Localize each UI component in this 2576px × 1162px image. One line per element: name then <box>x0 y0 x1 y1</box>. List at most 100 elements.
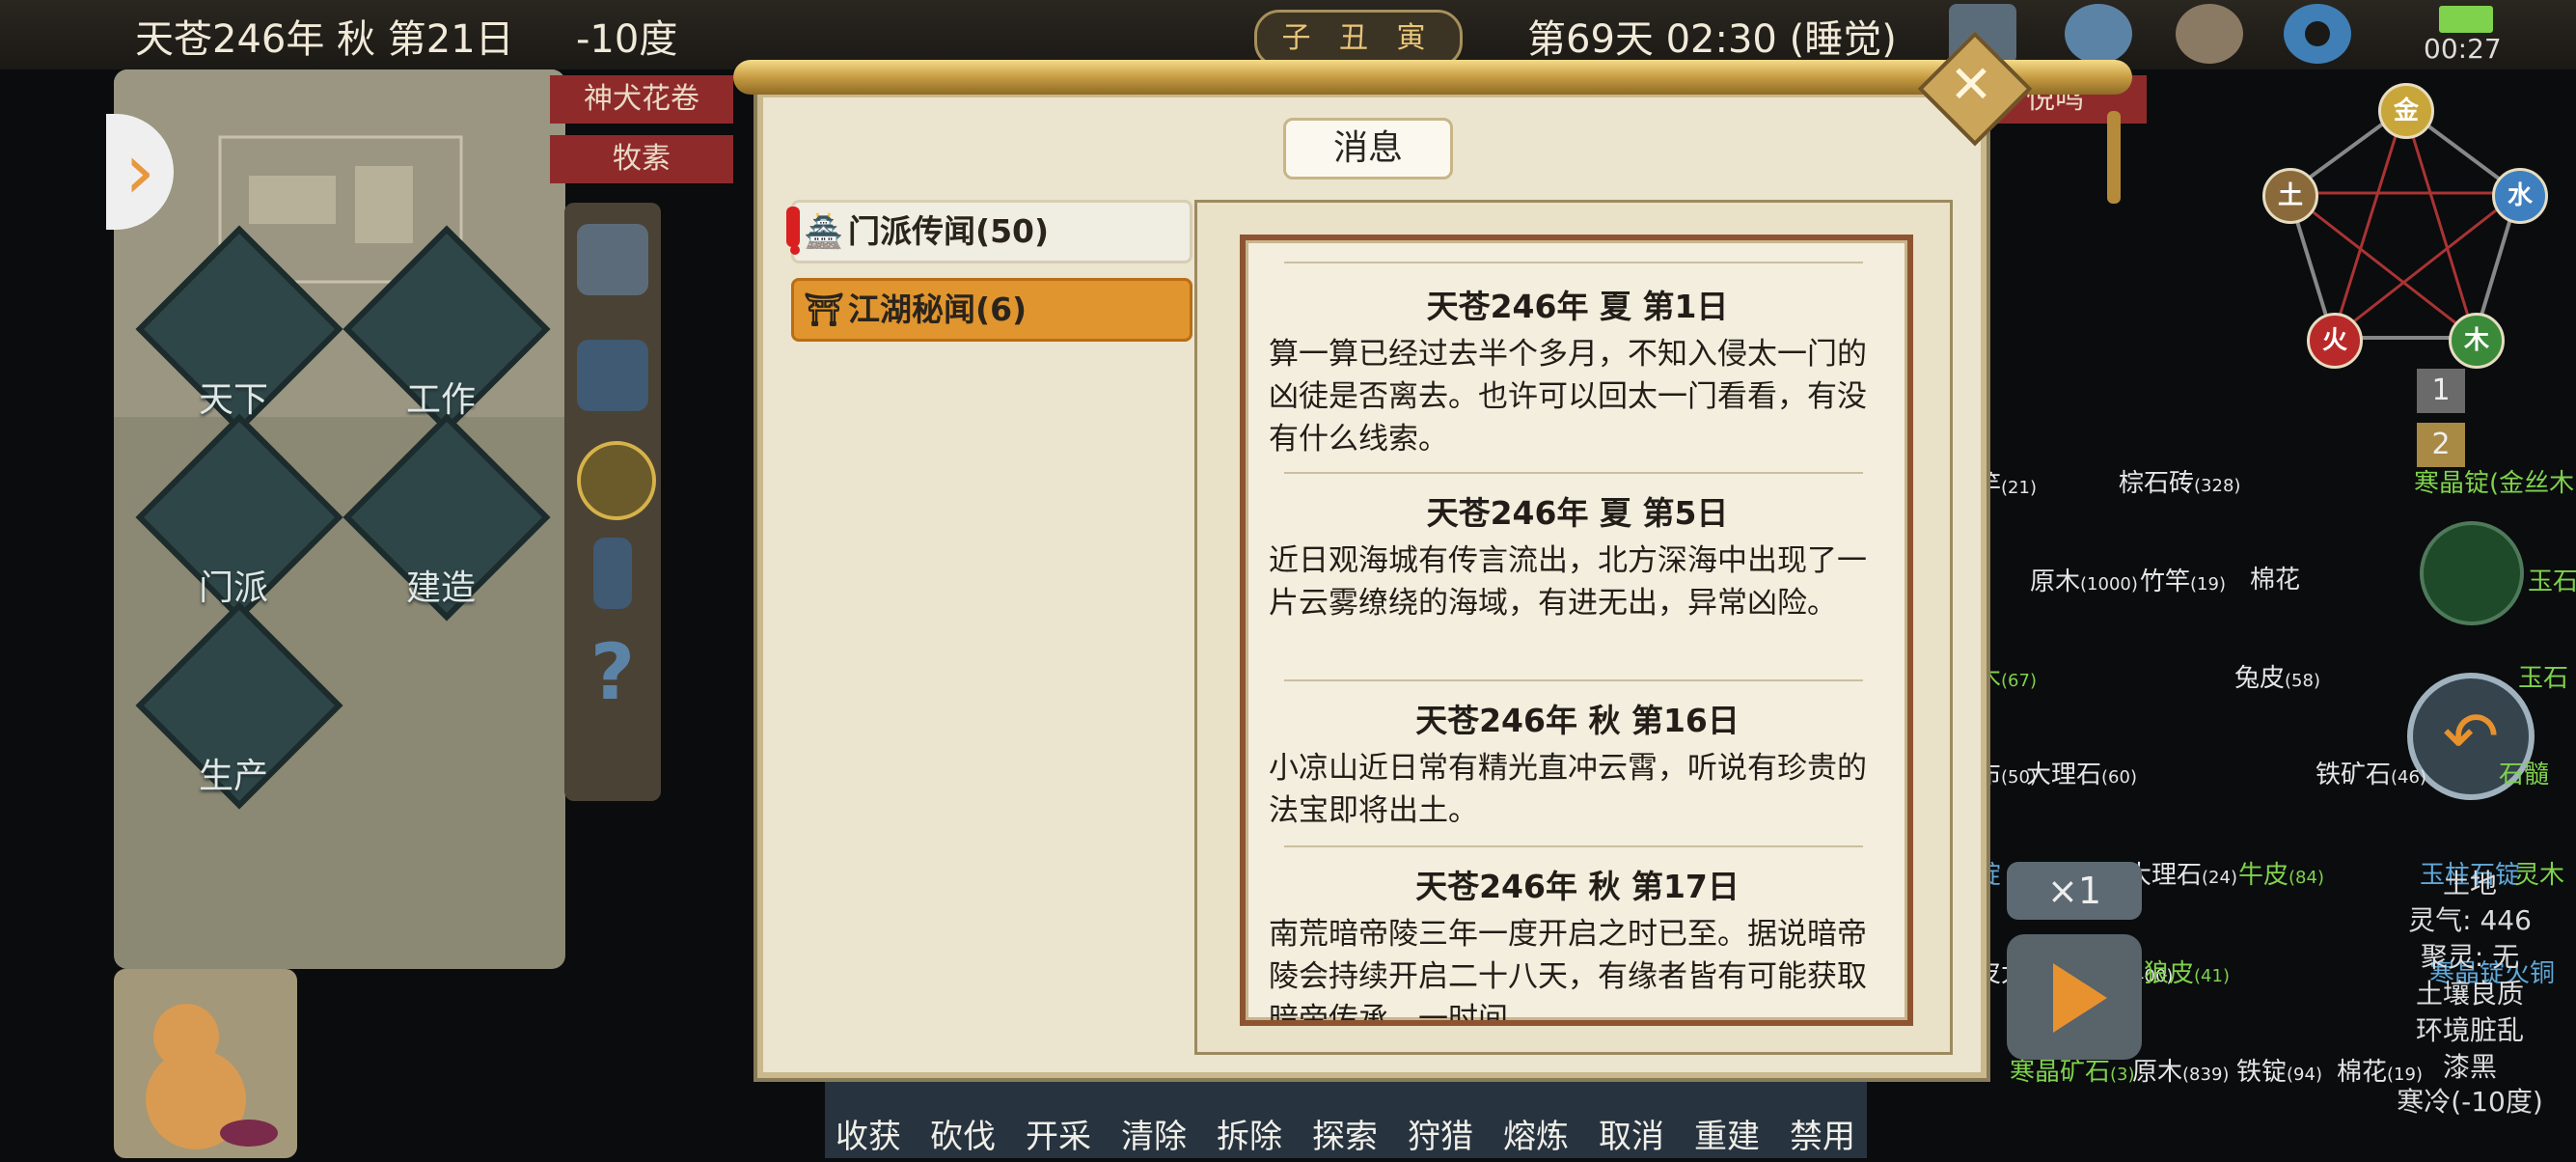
resource-name: 寒晶锭(金丝木 <box>2414 469 2575 498</box>
action-cancel[interactable]: 取消 <box>1584 1110 1679 1157</box>
resource-count: (328) <box>2194 476 2241 496</box>
resource-name: 铁锭 <box>2236 1058 2288 1087</box>
resource-name: 兔皮 <box>2234 664 2286 693</box>
resource-name: 原木 <box>2132 1058 2183 1087</box>
new-badge-icon <box>786 207 800 247</box>
tile-info-line: 寒冷(-10度) <box>2397 1086 2543 1118</box>
resource-label: 牛皮(84) <box>2238 855 2324 891</box>
resource-label: 铁矿石(46) <box>2316 755 2426 790</box>
resource-label: 铁锭(94) <box>2236 1052 2322 1088</box>
resource-label: 玉石 <box>2518 658 2568 694</box>
palette-icon[interactable] <box>2176 4 2243 64</box>
menu-work-label[interactable]: 工作 <box>344 372 537 422</box>
tile-info-line: 土地 <box>2442 868 2497 899</box>
resource-count: (839) <box>2182 1065 2230 1085</box>
resource-name: 狼皮 <box>2144 959 2195 988</box>
resource-name: 大理石 <box>2026 761 2102 789</box>
message-text: 算一算已经过去半个多月，不知入侵太一门的凶徒是否离去。也许可以回太一门看看，有没… <box>1269 337 1867 456</box>
tab-label: 门派传闻(50) <box>848 212 1050 250</box>
game-date: 天苍246年 秋 第21日 <box>135 17 514 62</box>
temperature: -10度 <box>576 17 678 62</box>
tab-label: 江湖秘闻(6) <box>848 290 1028 328</box>
action-chop[interactable]: 砍伐 <box>916 1110 1010 1157</box>
element-water[interactable]: 水 <box>2492 168 2548 224</box>
action-harvest[interactable]: 收获 <box>821 1110 916 1157</box>
resource-count: (58) <box>2285 671 2320 691</box>
action-demolish[interactable]: 拆除 <box>1202 1110 1297 1157</box>
action-hunt[interactable]: 狩猎 <box>1393 1110 1488 1157</box>
wind-icon[interactable] <box>2065 4 2132 64</box>
resource-name: 竹竿 <box>2140 567 2191 596</box>
gourd-icon[interactable] <box>114 969 297 1158</box>
resource-count: (67) <box>2001 671 2037 691</box>
pet-label[interactable]: 神犬花卷 <box>550 75 733 124</box>
page-button-1[interactable]: 1 <box>2417 369 2465 413</box>
element-fire[interactable]: 火 <box>2307 313 2363 369</box>
resource-count: (60) <box>2101 767 2137 788</box>
tassel-icon <box>2107 111 2121 204</box>
resource-name: 寒晶矿石 <box>2010 1058 2111 1087</box>
tile-info-line: 灵气: 446 <box>2408 904 2532 936</box>
tile-info-line: 环境脏乱 <box>2415 1014 2524 1046</box>
resource-name: 牛皮 <box>2238 861 2289 890</box>
tab-jianghu-secrets[interactable]: ⛩ 江湖秘闻(6) <box>791 278 1192 342</box>
fist-icon[interactable] <box>577 224 648 295</box>
resource-name: 玉石 <box>2518 664 2569 693</box>
element-earth[interactable]: 土 <box>2262 168 2318 224</box>
action-clear[interactable]: 清除 <box>1107 1110 1201 1157</box>
building-icon[interactable] <box>577 340 648 411</box>
action-smelt[interactable]: 熔炼 <box>1489 1110 1583 1157</box>
message-list[interactable]: 天苍246年 夏 第1日 算一算已经过去半个多月，不知入侵太一门的凶徒是否离去。… <box>1240 235 1913 1026</box>
menu-sect-label[interactable]: 门派 <box>137 560 330 610</box>
resource-label: 狼皮(41) <box>2144 954 2230 989</box>
menu-world-label[interactable]: 天下 <box>137 372 330 422</box>
menu-produce-label[interactable]: 生产 <box>137 748 330 798</box>
message-date: 天苍246年 秋 第17日 <box>1415 868 1740 905</box>
battery-icon <box>2439 6 2493 33</box>
resource-name: 铁矿石 <box>2316 761 2392 789</box>
action-explore[interactable]: 探索 <box>1298 1110 1392 1157</box>
help-icon[interactable]: ? <box>577 634 648 711</box>
speed-button[interactable]: ×1 <box>2007 862 2142 920</box>
message-date: 天苍246年 夏 第1日 <box>1426 288 1729 325</box>
yin-yang-icon[interactable] <box>2420 521 2524 625</box>
tab-sect-rumors[interactable]: 🏯 门派传闻(50) <box>791 200 1192 263</box>
character-label[interactable]: 牧素 <box>550 135 733 183</box>
resource-label: 大理石(60) <box>2026 755 2137 790</box>
jianghu-secret-icon: ⛩ <box>804 290 844 328</box>
message-text: 小凉山近日常有精光直冲云霄，听说有珍贵的法宝即将出土。 <box>1269 751 1867 828</box>
resource-count: (21) <box>2001 478 2037 498</box>
resource-count: (41) <box>2194 966 2230 986</box>
tile-info-line: 土壤良质 <box>2415 978 2524 1010</box>
tile-info-line: 聚灵: 无 <box>2420 941 2520 973</box>
dialog-title: 消息 <box>1283 118 1453 180</box>
message-text: 南荒暗帝陵三年一度开启之时已至。据说暗帝陵会持续开启二十八天，有缘者皆有可能获取… <box>1269 917 1867 1026</box>
action-rebuild[interactable]: 重建 <box>1680 1110 1774 1157</box>
message-entry: 天苍246年 秋 第17日 南荒暗帝陵三年一度开启之时已至。据说暗帝陵会持续开启… <box>1269 861 1886 1026</box>
resource-name: 棉花 <box>2250 566 2301 595</box>
scroll-icon[interactable] <box>593 538 632 609</box>
day-time[interactable]: 第69天 02:30 (睡觉) <box>1527 8 1897 64</box>
element-metal[interactable]: 金 <box>2378 83 2434 139</box>
close-icon[interactable]: ✕ <box>1934 48 2008 122</box>
resource-label: 竹竿(19) <box>2140 562 2226 597</box>
divider <box>1284 845 1863 847</box>
resource-label: 寒晶锭(金丝木 <box>2414 463 2574 499</box>
coin-icon[interactable] <box>577 441 656 520</box>
resource-count: (84) <box>2288 868 2324 888</box>
menu-build-label[interactable]: 建造 <box>344 560 537 610</box>
resource-label: 兔皮(58) <box>2234 658 2320 694</box>
action-mine[interactable]: 开采 <box>1011 1110 1106 1157</box>
sect-rumor-icon: 🏯 <box>804 212 844 250</box>
element-wood[interactable]: 木 <box>2449 313 2505 369</box>
action-forbid[interactable]: 禁用 <box>1775 1110 1870 1157</box>
gear-icon[interactable] <box>2284 4 2351 64</box>
tile-info-line: 漆黑 <box>2442 1051 2497 1083</box>
resource-label: 石髓 <box>2499 755 2549 790</box>
resource-count: (46) <box>2391 767 2426 788</box>
page-button-2[interactable]: 2 <box>2417 423 2465 467</box>
play-icon[interactable] <box>2007 934 2142 1060</box>
resource-name: 棕石砖 <box>2119 469 2195 498</box>
resource-label: 大理石(24) <box>2126 855 2237 891</box>
resource-name: 玉石 <box>2528 567 2576 596</box>
